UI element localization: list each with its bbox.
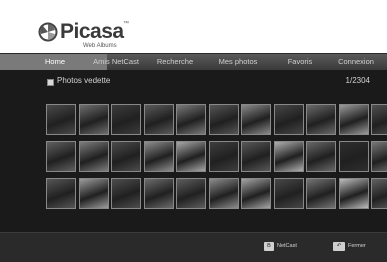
photo-thumbnail[interactable] [241,178,271,209]
photo-thumbnail[interactable] [338,178,369,209]
photo-thumbnail[interactable] [176,141,206,172]
photo-thumbnail[interactable] [78,104,109,135]
logo-text: Picasa [60,20,124,43]
tab-amis-netcast[interactable]: Amis NetCast [88,54,144,70]
header: Picasa ™ Web Albums [0,0,387,52]
photo-thumbnail[interactable] [306,141,336,172]
logo-subtitle: Web Albums [83,43,117,49]
picasa-screen: Picasa ™ Web Albums Home Amis NetCast Re… [0,0,387,262]
netcast-key-badge[interactable]: B [264,242,274,251]
photo-thumbnail[interactable] [338,141,369,172]
photo-thumbnail[interactable] [208,178,239,209]
picasa-logo: Picasa ™ Web Albums [38,20,148,50]
picasa-logo-icon [38,22,58,42]
photo-thumbnail[interactable] [371,178,387,209]
photo-thumbnail[interactable] [46,104,76,135]
photo-thumbnail[interactable] [46,178,76,209]
photo-thumbnail[interactable] [273,141,304,172]
section-title: Photos vedette [57,76,111,85]
photo-thumbnail[interactable] [273,178,304,209]
tab-recherche[interactable]: Recherche [150,54,200,70]
photo-thumbnail[interactable] [111,104,141,135]
photo-thumbnail[interactable] [306,104,336,135]
main-content: Photos vedette 1/2304 [0,70,387,232]
page-count: 1/2304 [345,76,370,85]
tab-connexion[interactable]: Connexion [330,54,382,70]
photo-thumbnail[interactable] [176,104,206,135]
photo-thumbnail[interactable] [46,141,76,172]
close-key-badge[interactable]: ↶ [333,242,345,251]
photo-thumbnail[interactable] [143,178,174,209]
photo-thumbnail[interactable] [78,178,109,209]
photo-thumbnail[interactable] [241,141,271,172]
nav-bar: Home Amis NetCast Recherche Mes photos F… [0,53,387,71]
close-button-label[interactable]: Fermer [348,242,366,251]
photo-thumbnail[interactable] [143,141,174,172]
photo-thumbnail[interactable] [176,178,206,209]
photo-thumbnail[interactable] [338,104,369,135]
photo-thumbnail[interactable] [306,178,336,209]
photo-thumbnail[interactable] [273,104,304,135]
photo-thumbnail[interactable] [208,104,239,135]
photo-thumbnail[interactable] [371,141,387,172]
photo-thumbnail[interactable] [143,104,174,135]
section-header: Photos vedette 1/2304 [0,70,387,96]
tab-mes-photos[interactable]: Mes photos [210,54,266,70]
footer: B NetCast ↶ Fermer [0,232,387,262]
photo-thumbnail[interactable] [241,104,271,135]
photo-grid [46,104,387,214]
tab-favoris[interactable]: Favoris [280,54,320,70]
netcast-button-label[interactable]: NetCast [277,242,297,251]
photo-thumbnail[interactable] [111,178,141,209]
photo-thumbnail[interactable] [371,104,387,135]
folder-icon [47,79,54,86]
photo-thumbnail[interactable] [78,141,109,172]
photo-thumbnail[interactable] [208,141,239,172]
logo-trademark: ™ [123,21,129,27]
photo-thumbnail[interactable] [111,141,141,172]
